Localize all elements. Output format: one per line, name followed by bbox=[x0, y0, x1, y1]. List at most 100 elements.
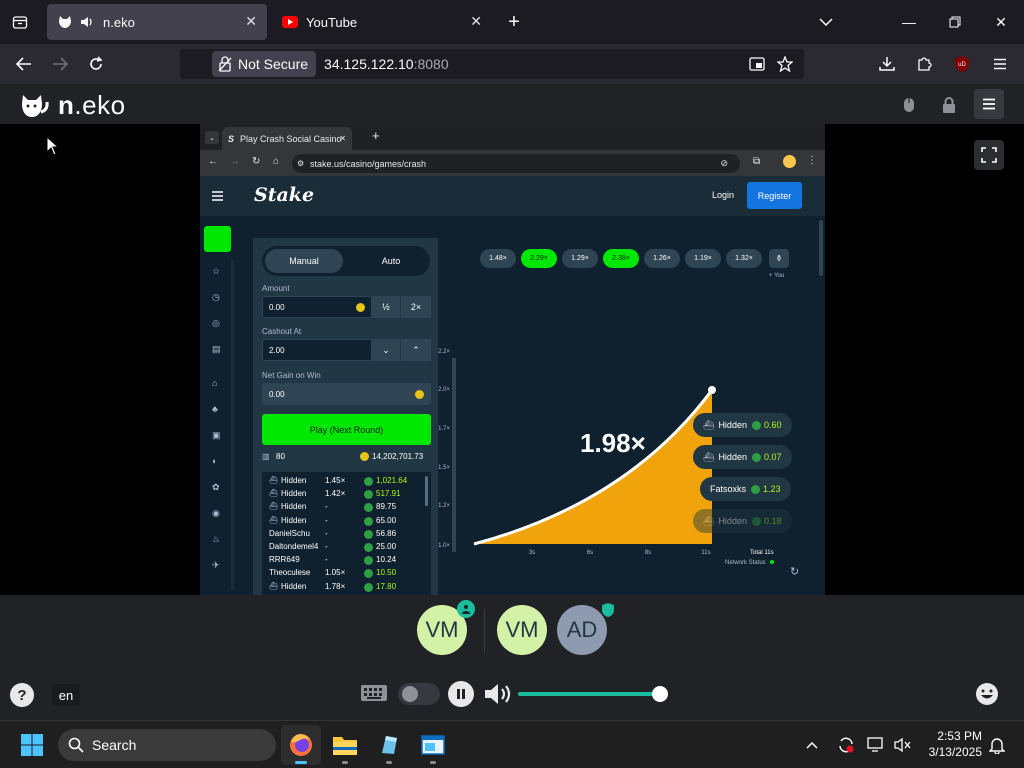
bookmark-star-icon[interactable] bbox=[776, 55, 794, 73]
sidebar-casino-active[interactable] bbox=[204, 226, 231, 252]
taskbar-firefox-icon[interactable] bbox=[281, 725, 321, 765]
sidebar-icon-3[interactable]: ▣ bbox=[212, 430, 221, 441]
manual-tab[interactable]: Manual bbox=[265, 249, 343, 273]
login-link[interactable]: Login bbox=[712, 190, 734, 200]
tab-close-icon[interactable]: ✕ bbox=[470, 13, 482, 30]
windows-start-icon[interactable] bbox=[20, 733, 44, 757]
help-button[interactable]: ? bbox=[10, 683, 34, 707]
reload-button[interactable] bbox=[82, 50, 110, 78]
double-button[interactable]: 2× bbox=[401, 296, 431, 318]
ublock-origin-icon[interactable]: uD bbox=[948, 50, 976, 78]
remote-screen[interactable]: ⌄ S Play Crash Social Casino ✕ + ← → ↻ ⌂… bbox=[200, 124, 825, 595]
tab-close-icon[interactable]: ✕ bbox=[245, 13, 257, 30]
stake-menu-icon[interactable] bbox=[212, 188, 223, 206]
restore-button[interactable] bbox=[932, 0, 978, 44]
cashout-decrease-chevron-icon[interactable]: ⌄ bbox=[372, 339, 400, 361]
remote-tab-close-icon[interactable]: ✕ bbox=[339, 134, 346, 143]
cashout-increase-chevron-icon[interactable]: ⌃ bbox=[401, 339, 431, 361]
amount-input[interactable]: 0.00 bbox=[262, 296, 372, 318]
remote-scrollbar[interactable] bbox=[819, 220, 823, 276]
remote-tab-stake[interactable]: S Play Crash Social Casino ✕ bbox=[222, 127, 352, 150]
favourites-star-icon[interactable]: ☆ bbox=[212, 266, 220, 277]
volume-icon[interactable] bbox=[483, 683, 515, 705]
my-bets-icon[interactable]: ▤ bbox=[212, 344, 221, 355]
display-network-icon[interactable] bbox=[866, 735, 886, 755]
close-window-button[interactable]: ✕ bbox=[978, 0, 1024, 44]
stake-logo[interactable]: Stake bbox=[254, 184, 314, 206]
keyboard-icon[interactable] bbox=[360, 683, 388, 703]
keyboard-toggle-switch[interactable] bbox=[398, 683, 440, 705]
tab-title: YouTube bbox=[306, 14, 358, 30]
remote-new-tab-button[interactable]: + bbox=[372, 128, 380, 143]
app-menu-hamburger-icon[interactable] bbox=[986, 50, 1014, 78]
tab-list-icon[interactable] bbox=[10, 12, 30, 32]
sync-update-icon[interactable] bbox=[836, 735, 856, 755]
players-scrollbar[interactable] bbox=[425, 476, 428, 506]
sidebar-icon-4[interactable]: ◐ bbox=[212, 456, 217, 466]
lock-icon[interactable] bbox=[940, 96, 958, 114]
forward-button[interactable] bbox=[46, 50, 74, 78]
reader-view-icon[interactable] bbox=[748, 55, 766, 73]
neko-favicon-icon bbox=[57, 14, 73, 30]
notifications-bell-icon[interactable] bbox=[987, 735, 1007, 755]
url-bar[interactable]: Not Secure 34.125.122.10:8080 bbox=[180, 49, 804, 79]
tab-youtube[interactable]: YouTube ✕ bbox=[272, 4, 492, 40]
participant-avatar[interactable]: VM bbox=[497, 605, 547, 655]
players-list[interactable]: Hidden 1.45× 1,021.64 ⛴ Hidden 1.42× 517.91 ⛴ Hi… bbox=[262, 472, 431, 595]
pause-button[interactable] bbox=[448, 681, 474, 707]
remote-menu-icon[interactable]: ⋮ bbox=[807, 155, 817, 166]
remote-forward-icon[interactable]: → bbox=[230, 156, 240, 167]
speaker-icon[interactable] bbox=[79, 14, 95, 30]
stake-sidebar: ☆ ◷ ◎ ▤ ⌂ ♣ ▣ ◐ ✿ ◉ ♨ ✈ bbox=[200, 216, 238, 595]
new-tab-button[interactable]: + bbox=[504, 11, 524, 33]
sidebar-icon-2[interactable]: ♣ bbox=[212, 404, 218, 414]
play-next-round-button[interactable]: Play (Next Round) bbox=[262, 414, 431, 445]
sidebar-icon-5[interactable]: ✿ bbox=[212, 482, 220, 493]
remote-profile-avatar[interactable] bbox=[783, 155, 796, 168]
remote-reload-icon[interactable]: ↻ bbox=[252, 156, 260, 167]
sidebar-icon-6[interactable]: ◉ bbox=[212, 508, 220, 519]
extensions-puzzle-icon[interactable] bbox=[910, 50, 938, 78]
taskbar-file-explorer-icon[interactable] bbox=[325, 725, 365, 765]
list-all-tabs-chevron-icon[interactable] bbox=[816, 12, 836, 32]
auto-tab[interactable]: Auto bbox=[352, 249, 430, 273]
taskbar-window-app-icon[interactable] bbox=[413, 725, 453, 765]
url-text[interactable]: 34.125.122.10:8080 bbox=[324, 56, 449, 72]
remote-address-bar[interactable]: ⚙ stake.us/casino/games/crash ⊘ bbox=[292, 154, 740, 173]
speaker-muted-icon[interactable] bbox=[893, 735, 913, 755]
remote-back-icon[interactable]: ← bbox=[208, 156, 218, 167]
volume-slider[interactable] bbox=[518, 692, 660, 696]
not-secure-indicator[interactable]: Not Secure bbox=[212, 51, 317, 77]
taskbar-app-icon[interactable] bbox=[369, 725, 409, 765]
volume-slider-knob[interactable] bbox=[652, 686, 668, 702]
fullscreen-button[interactable] bbox=[974, 140, 1004, 170]
half-button[interactable]: ½ bbox=[372, 296, 400, 318]
downloads-icon[interactable] bbox=[873, 50, 901, 78]
emoji-reaction-icon[interactable] bbox=[975, 682, 999, 706]
mouse-control-icon[interactable] bbox=[900, 96, 918, 114]
taskbar-search-box[interactable]: Search bbox=[58, 729, 276, 761]
sidebar-icon-7[interactable]: ♨ bbox=[212, 534, 220, 545]
cashout-input[interactable]: 2.00 bbox=[262, 339, 372, 361]
tab-neko[interactable]: n.eko ✕ bbox=[47, 4, 267, 40]
system-clock[interactable]: 2:53 PM 3/13/2025 bbox=[924, 728, 982, 760]
refresh-icon[interactable]: ↻ bbox=[790, 565, 799, 578]
hidden-user-icon: ⛴ bbox=[269, 490, 278, 498]
remote-extensions-icon[interactable]: ⧉ bbox=[753, 156, 760, 167]
register-button[interactable]: Register bbox=[747, 182, 802, 209]
remote-eye-off-icon[interactable]: ⊘ bbox=[720, 158, 728, 169]
bet-mode-toggle: Manual Auto bbox=[262, 246, 430, 276]
minimize-button[interactable]: — bbox=[886, 0, 932, 44]
sidebar-icon-1[interactable]: ⌂ bbox=[212, 378, 217, 388]
recent-clock-icon[interactable]: ◷ bbox=[212, 292, 220, 303]
participant-avatar-admin[interactable]: AD bbox=[557, 605, 607, 655]
back-button[interactable] bbox=[10, 50, 38, 78]
keyboard-language-selector[interactable]: en bbox=[52, 684, 80, 706]
remote-tab-search-icon[interactable]: ⌄ bbox=[205, 131, 219, 144]
show-hidden-icons-chevron-icon[interactable] bbox=[804, 737, 820, 753]
challenges-icon[interactable]: ◎ bbox=[212, 318, 220, 329]
sidebar-icon-8[interactable]: ✈ bbox=[212, 560, 220, 571]
neko-menu-button[interactable] bbox=[974, 89, 1004, 119]
remote-home-icon[interactable]: ⌂ bbox=[273, 156, 279, 167]
sidebar-scrollbar[interactable] bbox=[231, 260, 234, 590]
